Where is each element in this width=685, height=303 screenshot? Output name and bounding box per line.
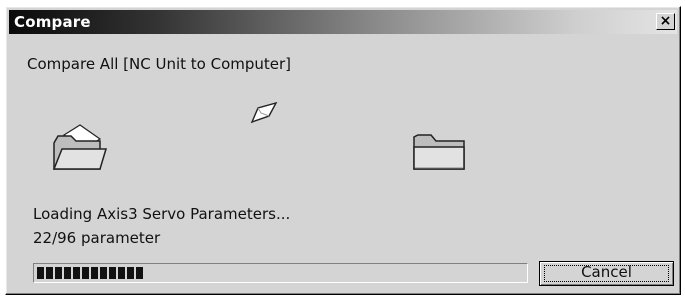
progress-block [55,267,62,279]
progress-block [73,267,80,279]
cancel-button[interactable]: Cancel [539,261,674,286]
progress-block [100,267,107,279]
cancel-button-label: Cancel [581,263,632,281]
window-title: Compare [14,13,91,31]
progress-block [118,267,125,279]
compare-dialog: Compare × Compare All [NC Unit to Comput… [5,6,681,295]
progress-count: 22/96 parameter [33,229,161,247]
closed-folder-icon [413,134,465,170]
progress-block [91,267,98,279]
progress-block [136,267,143,279]
open-folder-icon [52,124,108,170]
progress-block [127,267,134,279]
status-text: Loading Axis3 Servo Parameters... [33,205,291,223]
progress-block [82,267,89,279]
title-bar[interactable]: Compare × [9,10,677,34]
close-button[interactable]: × [656,13,675,30]
progress-block [37,267,44,279]
progress-fill [37,267,143,279]
operation-heading: Compare All [NC Unit to Computer] [27,55,292,73]
progress-bar [33,263,528,283]
progress-block [46,267,53,279]
progress-block [64,267,71,279]
progress-block [109,267,116,279]
flying-paper-icon [250,101,278,124]
